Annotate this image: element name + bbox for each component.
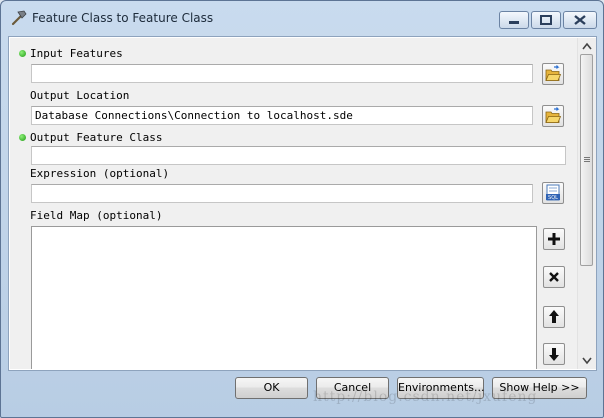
dialog-client-area: Input Features Output Location Database …: [8, 36, 597, 371]
required-indicator-icon: [19, 50, 26, 57]
output-feature-class-field[interactable]: [31, 146, 566, 165]
minimize-button[interactable]: [499, 11, 529, 29]
open-folder-icon: [545, 65, 562, 81]
hammer-icon: [11, 10, 27, 26]
window-title: Feature Class to Feature Class: [32, 11, 214, 25]
expression-label: Expression (optional): [30, 167, 170, 180]
plus-icon: [548, 233, 560, 245]
remove-field-button[interactable]: [543, 266, 565, 288]
browse-input-features-button[interactable]: [542, 63, 564, 85]
delete-icon: [549, 272, 559, 282]
svg-text:SQL: SQL: [548, 195, 558, 201]
vertical-scrollbar[interactable]: [577, 38, 596, 369]
ok-button[interactable]: OK: [235, 377, 308, 399]
move-down-button[interactable]: [543, 343, 565, 365]
field-map-list[interactable]: [31, 226, 537, 369]
scroll-down-arrow-icon[interactable]: [582, 357, 592, 365]
maximize-icon: [540, 15, 552, 25]
sql-query-builder-button[interactable]: SQL: [542, 182, 564, 204]
output-feature-class-label: Output Feature Class: [30, 131, 163, 144]
dialog-window: Feature Class to Feature Class Input Fea…: [0, 0, 604, 418]
parameters-panel: Input Features Output Location Database …: [10, 38, 577, 369]
arrow-down-icon: [549, 348, 559, 361]
field-map-label: Field Map (optional): [30, 209, 163, 222]
move-up-button[interactable]: [543, 306, 565, 328]
input-features-label: Input Features: [30, 47, 123, 60]
output-location-label: Output Location: [30, 89, 130, 102]
title-bar[interactable]: Feature Class to Feature Class: [1, 1, 603, 35]
browse-output-location-button[interactable]: [542, 105, 564, 127]
open-folder-icon: [545, 107, 562, 123]
output-location-field[interactable]: Database Connections\Connection to local…: [31, 106, 533, 125]
expression-field[interactable]: [31, 184, 533, 203]
maximize-button[interactable]: [531, 11, 561, 29]
sql-icon: SQL: [546, 184, 560, 201]
arrow-up-icon: [549, 310, 559, 323]
minimize-icon: [509, 21, 519, 24]
scrollbar-thumb[interactable]: [580, 54, 593, 266]
watermark-text: http://blog.csdn.net/jxufeng: [313, 389, 538, 405]
scroll-up-arrow-icon[interactable]: [582, 42, 592, 50]
input-features-field[interactable]: [31, 64, 533, 83]
close-button[interactable]: [563, 11, 597, 29]
required-indicator-icon: [19, 134, 26, 141]
close-icon: [574, 15, 586, 25]
add-field-button[interactable]: [543, 228, 565, 250]
